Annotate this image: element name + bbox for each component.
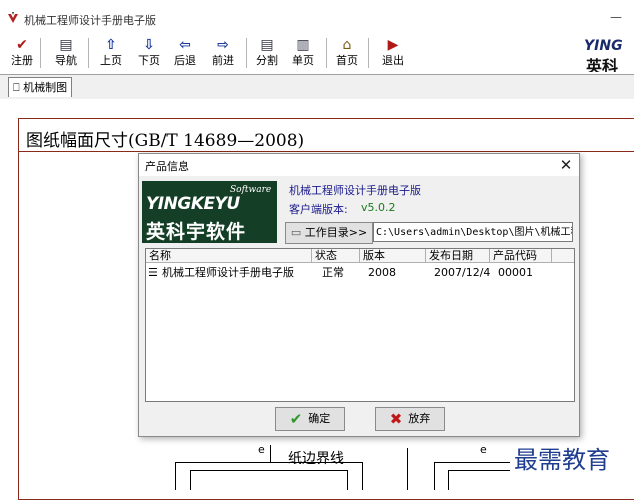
x-icon: ✖ <box>389 410 403 428</box>
arrow-up-icon: ⇧ <box>105 37 117 53</box>
checkmark-icon: ✔ <box>289 410 303 428</box>
column-header-release-date[interactable]: 发布日期 <box>426 249 490 263</box>
single-page-button[interactable]: ▥ 单页 <box>288 36 318 72</box>
title-bar: 机械工程师设计手册电子版 — <box>0 0 634 34</box>
prev-page-button[interactable]: ⇧ 上页 <box>96 36 126 72</box>
arrow-left-icon: ⇦ <box>179 37 191 53</box>
minimize-button[interactable]: — <box>606 10 626 24</box>
version-value: v5.0.2 <box>361 201 396 214</box>
version-label: 客户端版本: <box>289 203 348 216</box>
home-button[interactable]: ⌂ 首页 <box>332 36 362 72</box>
watermark: 最需教育 <box>510 440 614 475</box>
window-title: 机械工程师设计手册电子版 <box>24 14 156 27</box>
split-button[interactable]: ▤ 分割 <box>252 36 282 72</box>
back-button[interactable]: ⇦ 后退 <box>170 36 200 72</box>
exit-button[interactable]: ▶ 退出 <box>378 36 408 72</box>
column-header-name[interactable]: 名称 <box>146 249 312 263</box>
column-header-version[interactable]: 版本 <box>360 249 426 263</box>
tab-strip: ⎕ 机械制图 <box>0 74 634 100</box>
title-divider <box>18 151 634 152</box>
dialog-title-bar: 产品信息 ✕ <box>139 154 579 176</box>
column-header-status[interactable]: 状态 <box>312 249 360 263</box>
single-page-icon: ▥ <box>296 37 310 53</box>
next-page-button[interactable]: ⇩ 下页 <box>134 36 164 72</box>
close-icon[interactable]: ✕ <box>557 156 575 174</box>
work-directory-button[interactable]: ▭ 工作目录>> <box>285 222 373 244</box>
register-button[interactable]: ✔ 注册 <box>6 36 38 72</box>
work-directory-path-field[interactable]: C:\Users\admin\Desktop\图片\机械工程 <box>373 222 573 242</box>
yingkeyu-logo: Software YINGKEYU 英科宇软件 <box>142 181 277 243</box>
arrow-down-icon: ⇩ <box>143 37 155 53</box>
folder-icon: ▭ <box>290 226 302 239</box>
exit-door-icon: ▶ <box>387 37 399 53</box>
forward-button[interactable]: ⇨ 前进 <box>208 36 238 72</box>
toolbar: ✔ 注册 ▤ 导航 ⇧ 上页 ⇩ 下页 ⇦ 后退 ⇨ 前进 ▤ 分割 ▥ 单页 … <box>0 34 634 74</box>
ok-button[interactable]: ✔ 确定 <box>275 407 345 431</box>
product-info-dialog: 产品信息 ✕ Software YINGKEYU 英科宇软件 机械工程师设计手册… <box>138 153 580 437</box>
column-header-product-code[interactable]: 产品代码 <box>490 249 552 263</box>
navigation-icon: ▤ <box>59 37 73 53</box>
document-title: 图纸幅面尺寸(GB/T 14689—2008) <box>26 131 305 151</box>
paper-edge-label: 纸边界线 <box>288 451 344 467</box>
dialog-title: 产品信息 <box>145 160 189 173</box>
product-list[interactable]: 名称 状态 版本 发布日期 产品代码 ☰ 机械工程师设计手册电子版 正常 200… <box>145 248 575 402</box>
register-check-icon: ✔ <box>16 37 28 53</box>
home-icon: ⌂ <box>342 37 352 53</box>
app-icon <box>6 11 20 25</box>
brand-logo: YING 英科 <box>584 38 623 72</box>
navigation-button[interactable]: ▤ 导航 <box>48 36 84 72</box>
arrow-right-icon: ⇨ <box>217 37 229 53</box>
tab-mechanical-drawing[interactable]: ⎕ 机械制图 <box>8 77 73 97</box>
product-name: 机械工程师设计手册电子版 <box>289 184 421 197</box>
row-icon: ☰ <box>148 266 158 279</box>
book-icon: ⎕ <box>13 81 20 94</box>
split-view-icon: ▤ <box>260 37 274 53</box>
cancel-button[interactable]: ✖ 放弃 <box>375 407 445 431</box>
